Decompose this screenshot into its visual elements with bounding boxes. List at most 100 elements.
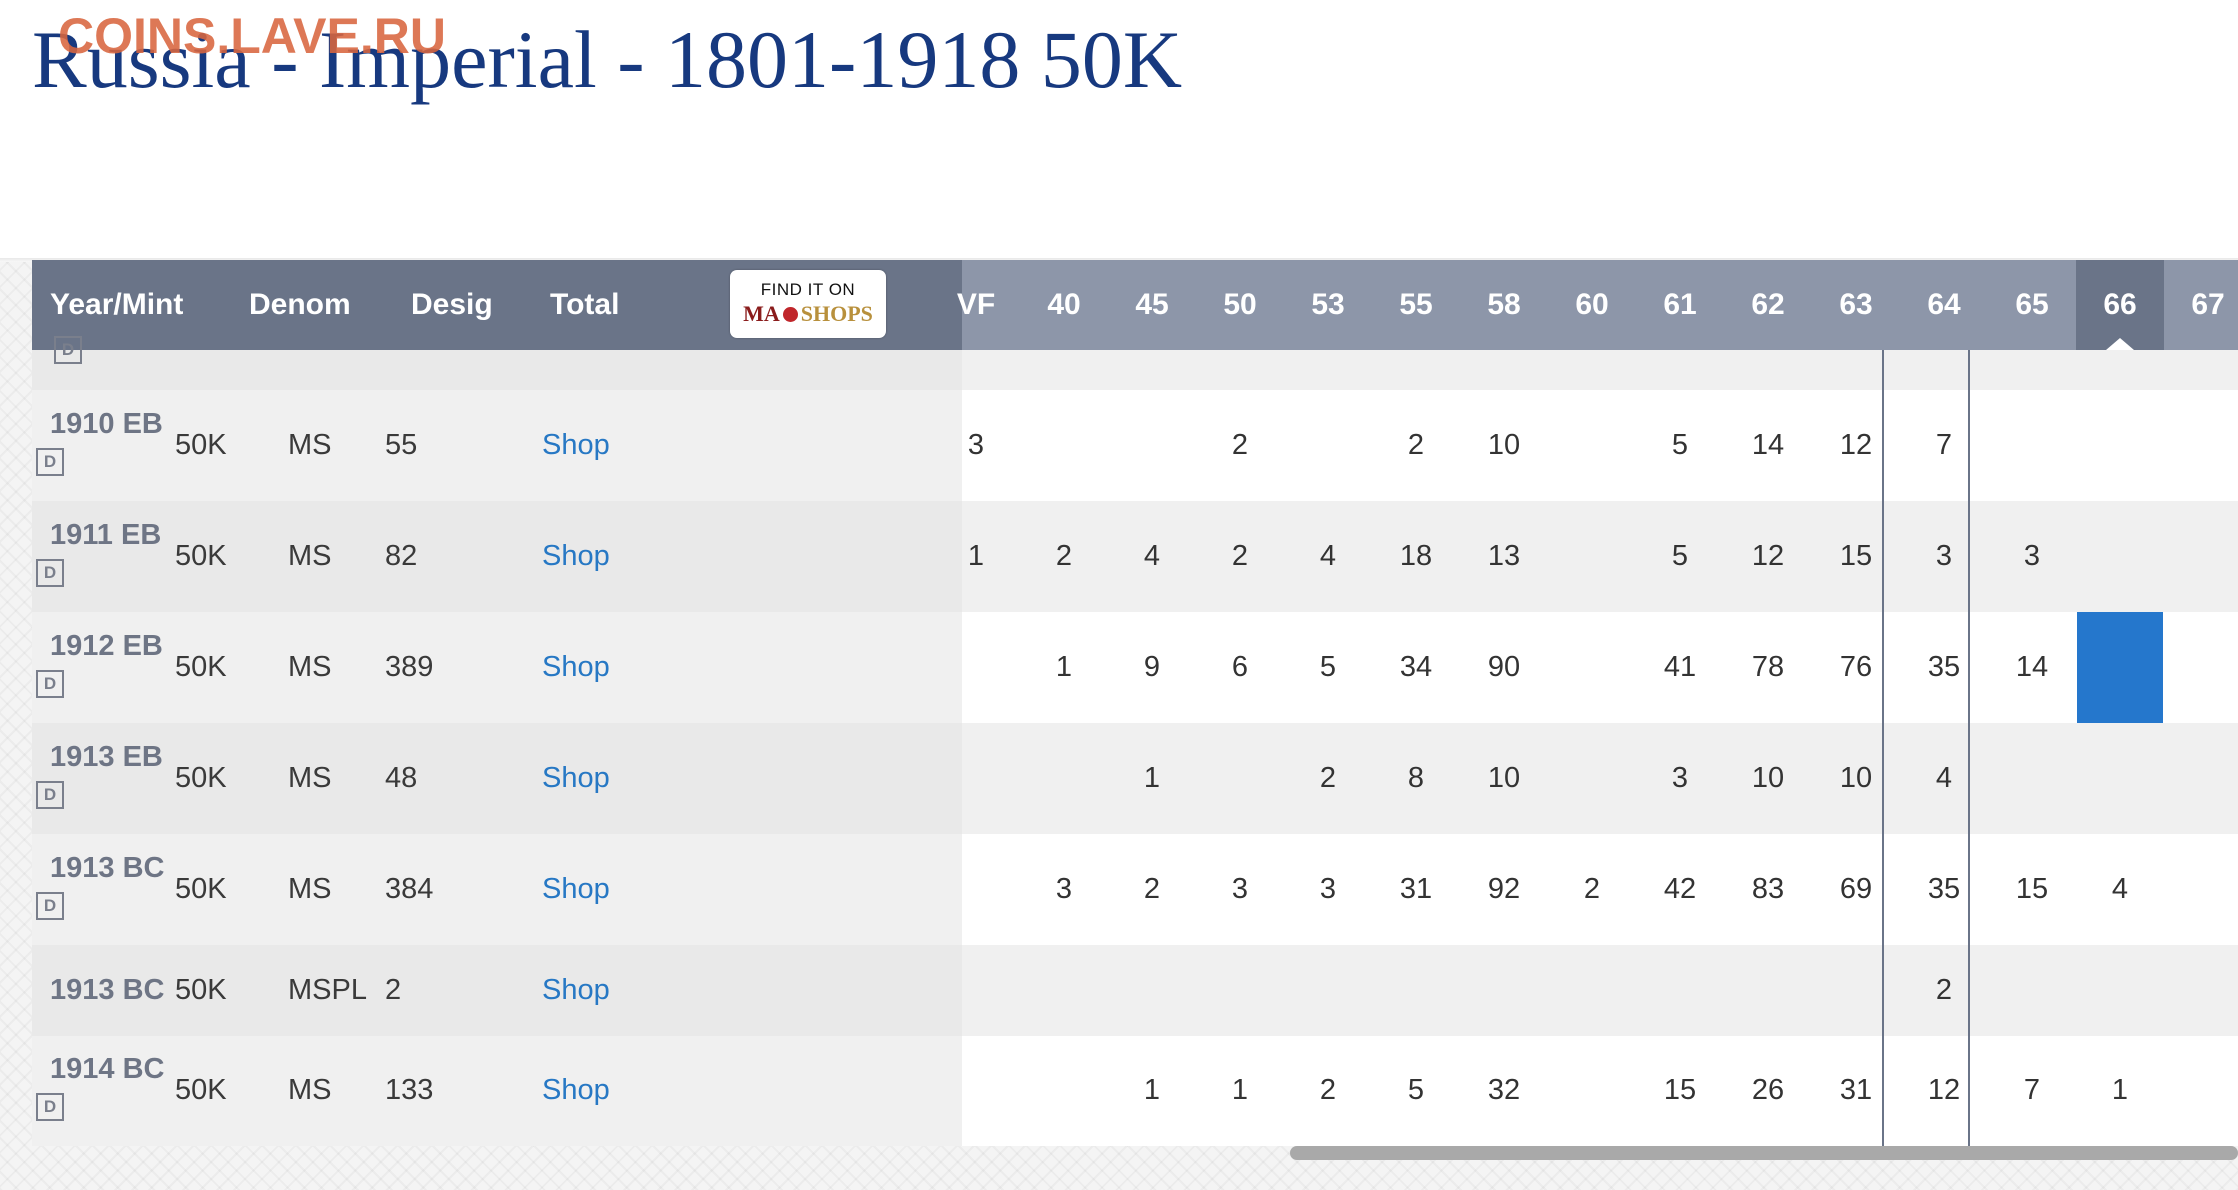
grade-count-65[interactable]: 3 [1988,540,2076,573]
d-badge-icon[interactable]: D [36,891,64,920]
grade-count-50[interactable]: 2 [1196,429,1284,462]
grade-count-61[interactable]: 41 [1636,651,1724,684]
d-badge-icon[interactable]: D [54,336,82,364]
highlighted-grade-cell[interactable] [2077,612,2163,723]
grade-count-64[interactable]: 4 [1900,762,1988,795]
grade-header-53[interactable]: 53 [1284,260,1372,350]
grade-header-61[interactable]: 61 [1636,260,1724,350]
grade-count-55[interactable]: 31 [1372,873,1460,906]
grade-count-63[interactable]: 76 [1812,651,1900,684]
shop-link[interactable]: Shop [542,540,610,573]
grade-count-45[interactable]: 1 [1108,1074,1196,1107]
grade-count-63[interactable]: 10 [1812,762,1900,795]
grade-count-58[interactable]: 10 [1460,762,1548,795]
grade-count-65[interactable]: 7 [1988,1074,2076,1107]
grade-count-62[interactable]: 12 [1724,540,1812,573]
grade-count-vf[interactable]: 3 [932,429,1020,462]
grade-count-65[interactable]: 14 [1988,651,2076,684]
shop-link[interactable]: Shop [542,974,610,1007]
shop-link[interactable]: Shop [542,762,610,795]
d-badge-icon[interactable]: D [36,447,64,476]
grade-count-64[interactable]: 12 [1900,1074,1988,1107]
grade-count-53[interactable]: 5 [1284,651,1372,684]
grade-count-64[interactable]: 7 [1900,429,1988,462]
grade-count-58[interactable]: 92 [1460,873,1548,906]
grade-count-55[interactable]: 2 [1372,429,1460,462]
year-mint-label[interactable]: 1912 EB [50,630,163,663]
year-mint-label[interactable]: 1910 EB [50,408,163,441]
d-badge-icon[interactable]: D [36,1093,64,1121]
grade-count-40[interactable]: 3 [1020,873,1108,906]
grade-count-55[interactable]: 8 [1372,762,1460,795]
grade-header-64[interactable]: 64 [1900,260,1988,350]
grade-header-65[interactable]: 65 [1988,260,2076,350]
year-mint-label[interactable]: 1913 BC [50,852,164,885]
grade-count-63[interactable]: 12 [1812,429,1900,462]
grade-count-45[interactable]: 1 [1108,762,1196,795]
header-denom[interactable]: Denom [249,260,351,350]
grade-count-50[interactable]: 6 [1196,651,1284,684]
grade-header-63[interactable]: 63 [1812,260,1900,350]
ma-shops-badge[interactable]: FIND IT ON MA SHOPS [730,270,886,338]
shop-link[interactable]: Shop [542,1074,610,1107]
grade-count-66[interactable]: 4 [2076,873,2164,906]
grade-count-vf[interactable]: 1 [932,540,1020,573]
grade-header-40[interactable]: 40 [1020,260,1108,350]
header-total[interactable]: Total [550,260,619,350]
grade-count-45[interactable]: 2 [1108,873,1196,906]
grade-count-65[interactable]: 15 [1988,873,2076,906]
grade-count-55[interactable]: 5 [1372,1074,1460,1107]
grade-count-62[interactable]: 26 [1724,1074,1812,1107]
grade-count-66[interactable]: 1 [2076,1074,2164,1107]
grade-count-64[interactable]: 35 [1900,651,1988,684]
grade-count-53[interactable]: 2 [1284,762,1372,795]
grade-count-61[interactable]: 15 [1636,1074,1724,1107]
grade-count-61[interactable]: 42 [1636,873,1724,906]
grade-count-53[interactable]: 4 [1284,540,1372,573]
grade-count-64[interactable]: 35 [1900,873,1988,906]
grade-count-61[interactable]: 5 [1636,540,1724,573]
shop-link[interactable]: Shop [542,429,610,462]
grade-count-64[interactable]: 2 [1900,974,1988,1007]
grade-count-50[interactable]: 1 [1196,1074,1284,1107]
grade-count-58[interactable]: 90 [1460,651,1548,684]
grade-header-55[interactable]: 55 [1372,260,1460,350]
grade-count-40[interactable]: 1 [1020,651,1108,684]
year-mint-label[interactable]: 1913 EB [50,741,163,774]
horizontal-scrollbar[interactable] [1290,1146,2238,1160]
grade-header-vf[interactable]: VF [932,260,1020,350]
grade-header-50[interactable]: 50 [1196,260,1284,350]
grade-count-55[interactable]: 34 [1372,651,1460,684]
grade-header-58[interactable]: 58 [1460,260,1548,350]
grade-header-60[interactable]: 60 [1548,260,1636,350]
grade-header-66[interactable]: 66 [2076,260,2164,350]
header-desig[interactable]: Desig [411,260,493,350]
year-mint-label[interactable]: 1913 BC [50,974,164,1007]
grade-count-61[interactable]: 5 [1636,429,1724,462]
grade-header-67[interactable]: 67 [2164,260,2238,350]
year-mint-label[interactable]: 1914 BC [50,1053,164,1086]
grade-count-62[interactable]: 10 [1724,762,1812,795]
grade-header-45[interactable]: 45 [1108,260,1196,350]
grade-count-45[interactable]: 4 [1108,540,1196,573]
grade-count-62[interactable]: 14 [1724,429,1812,462]
grade-count-63[interactable]: 31 [1812,1074,1900,1107]
grade-count-64[interactable]: 3 [1900,540,1988,573]
grade-count-62[interactable]: 83 [1724,873,1812,906]
grade-count-53[interactable]: 3 [1284,873,1372,906]
d-badge-icon[interactable]: D [36,780,64,809]
grade-count-55[interactable]: 18 [1372,540,1460,573]
grade-count-40[interactable]: 2 [1020,540,1108,573]
d-badge-icon[interactable]: D [36,558,64,587]
grade-count-63[interactable]: 15 [1812,540,1900,573]
grade-count-60[interactable]: 2 [1548,873,1636,906]
grade-count-50[interactable]: 2 [1196,540,1284,573]
grade-count-58[interactable]: 13 [1460,540,1548,573]
d-badge-icon[interactable]: D [36,669,64,698]
grade-count-53[interactable]: 2 [1284,1074,1372,1107]
grade-count-61[interactable]: 3 [1636,762,1724,795]
grade-header-62[interactable]: 62 [1724,260,1812,350]
year-mint-label[interactable]: 1911 EB [50,519,161,552]
grade-count-58[interactable]: 32 [1460,1074,1548,1107]
grade-count-58[interactable]: 10 [1460,429,1548,462]
